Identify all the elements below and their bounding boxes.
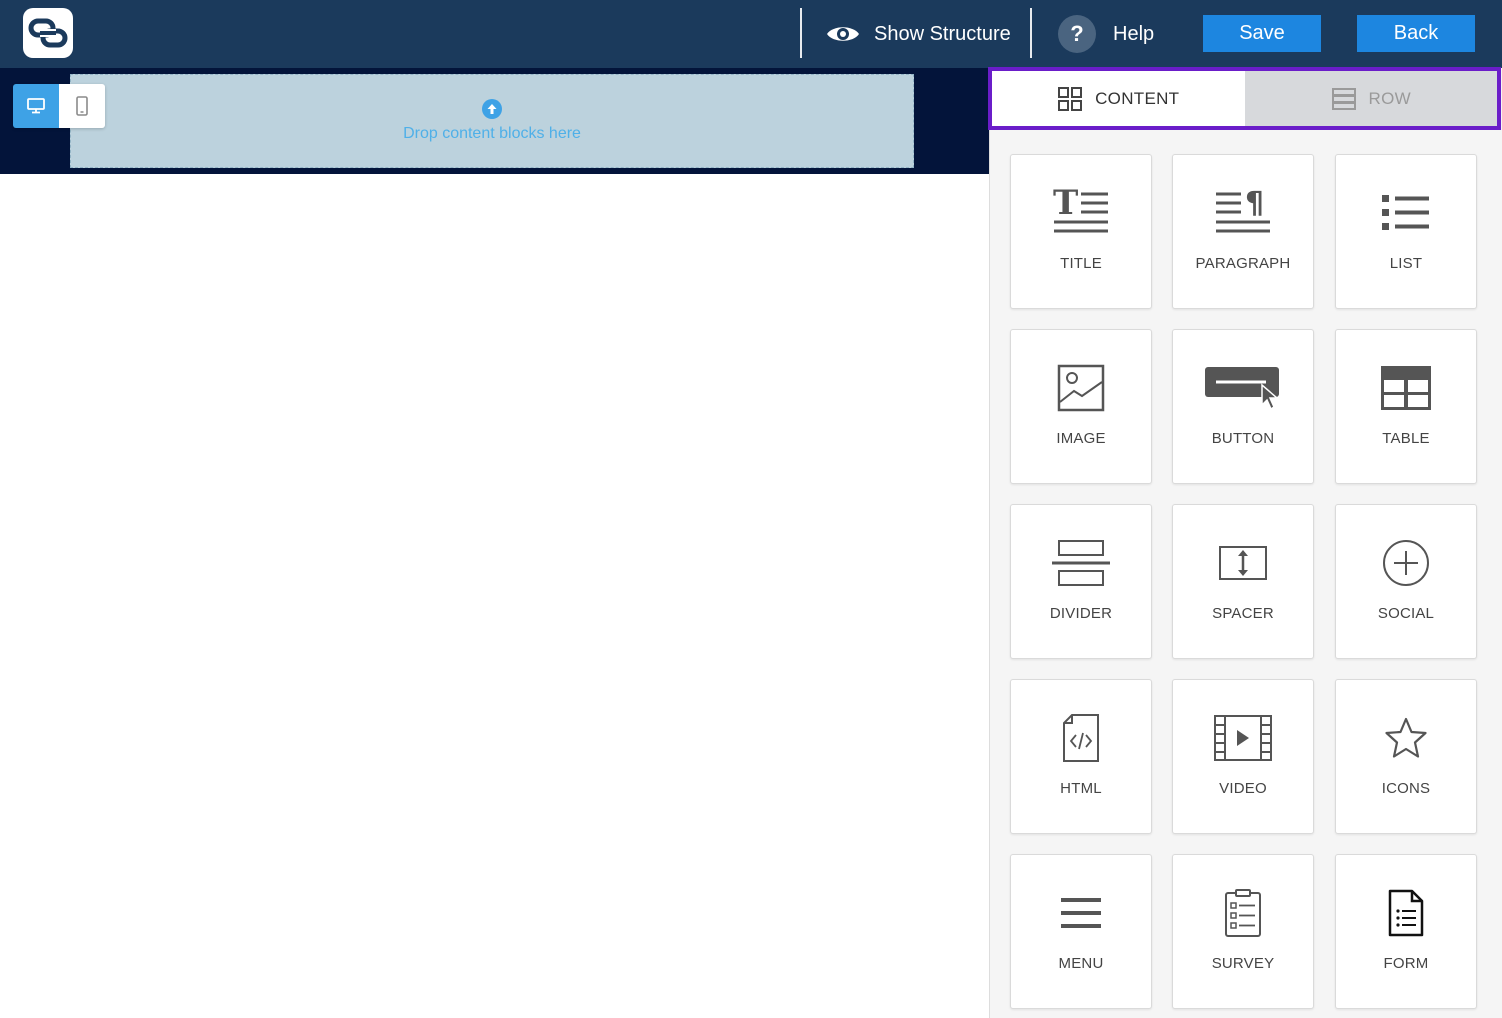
desktop-icon xyxy=(27,98,45,114)
header-divider xyxy=(800,8,802,58)
tab-content-label: CONTENT xyxy=(1095,88,1180,108)
divider-icon xyxy=(1052,540,1110,586)
show-structure-label: Show Structure xyxy=(874,22,1011,45)
block-label: FORM xyxy=(1383,955,1429,972)
block-survey[interactable]: SURVEY xyxy=(1172,854,1314,1009)
block-label: MENU xyxy=(1058,955,1104,972)
help-icon: ? xyxy=(1058,15,1096,53)
star-icon xyxy=(1385,717,1427,758)
block-label: LIST xyxy=(1389,255,1423,272)
block-label: DIVIDER xyxy=(1049,605,1113,622)
block-label: IMAGE xyxy=(1056,430,1106,447)
device-preview-toggle xyxy=(13,84,105,128)
rows-icon xyxy=(1331,87,1356,110)
table-icon xyxy=(1381,366,1431,410)
sidebar-tabs: CONTENT ROW xyxy=(988,67,1501,130)
block-list[interactable]: LIST xyxy=(1335,154,1477,309)
upload-arrow-icon xyxy=(482,99,502,119)
tab-row[interactable]: ROW xyxy=(1244,71,1497,126)
survey-icon xyxy=(1225,889,1261,937)
block-label: VIDEO xyxy=(1219,780,1267,797)
block-divider[interactable]: DIVIDER xyxy=(1010,504,1152,659)
block-form[interactable]: FORM xyxy=(1335,854,1477,1009)
html-icon xyxy=(1063,714,1099,762)
menu-icon xyxy=(1061,898,1101,928)
tab-content[interactable]: CONTENT xyxy=(992,71,1245,126)
svg-text:¶: ¶ xyxy=(1245,188,1264,221)
app-logo[interactable] xyxy=(23,8,73,58)
svg-text:T: T xyxy=(1053,188,1078,223)
header-divider xyxy=(1030,8,1032,58)
block-button[interactable]: BUTTON xyxy=(1172,329,1314,484)
block-label: SPACER xyxy=(1212,605,1274,622)
logo-icon xyxy=(28,18,68,48)
mobile-icon xyxy=(76,96,88,116)
tab-row-label: ROW xyxy=(1368,88,1411,108)
block-menu[interactable]: MENU xyxy=(1010,854,1152,1009)
list-icon xyxy=(1382,195,1429,230)
block-label: PARAGRAPH xyxy=(1195,255,1291,272)
block-social[interactable]: SOCIAL xyxy=(1335,504,1477,659)
block-label: SURVEY xyxy=(1211,955,1275,972)
block-title[interactable]: T TITLE xyxy=(1010,154,1152,309)
top-bar: Show Structure ? Help Save Back xyxy=(0,0,1502,68)
show-structure-toggle[interactable]: Show Structure xyxy=(826,14,1011,54)
block-icons[interactable]: ICONS xyxy=(1335,679,1477,834)
paragraph-icon: ¶ xyxy=(1216,188,1270,233)
block-table[interactable]: TABLE xyxy=(1335,329,1477,484)
form-icon xyxy=(1388,889,1424,937)
back-button[interactable]: Back xyxy=(1357,15,1475,52)
social-icon xyxy=(1383,540,1429,586)
block-label: TITLE xyxy=(1060,255,1102,272)
video-icon xyxy=(1214,715,1272,761)
block-label: TABLE xyxy=(1382,430,1430,447)
block-spacer[interactable]: SPACER xyxy=(1172,504,1314,659)
save-button[interactable]: Save xyxy=(1203,15,1321,52)
desktop-view-button[interactable] xyxy=(13,84,59,128)
help-button[interactable]: ? Help xyxy=(1058,14,1154,54)
block-label: BUTTON xyxy=(1211,430,1275,447)
block-html[interactable]: HTML xyxy=(1010,679,1152,834)
spacer-icon xyxy=(1219,546,1267,580)
grid-icon xyxy=(1058,86,1083,111)
help-label: Help xyxy=(1113,22,1155,45)
mobile-view-button[interactable] xyxy=(59,84,105,128)
block-label: ICONS xyxy=(1381,780,1431,797)
block-label: HTML xyxy=(1060,780,1102,797)
block-label: SOCIAL xyxy=(1377,605,1435,622)
drop-zone-text: Drop content blocks here xyxy=(403,125,581,142)
block-image[interactable]: IMAGE xyxy=(1010,329,1152,484)
button-icon xyxy=(1205,367,1280,411)
block-video[interactable]: VIDEO xyxy=(1172,679,1314,834)
block-paragraph[interactable]: ¶ PARAGRAPH xyxy=(1172,154,1314,309)
drop-zone[interactable]: Drop content blocks here xyxy=(70,74,914,168)
image-icon xyxy=(1057,364,1105,412)
eye-icon xyxy=(827,27,859,41)
title-icon: T xyxy=(1053,188,1108,233)
